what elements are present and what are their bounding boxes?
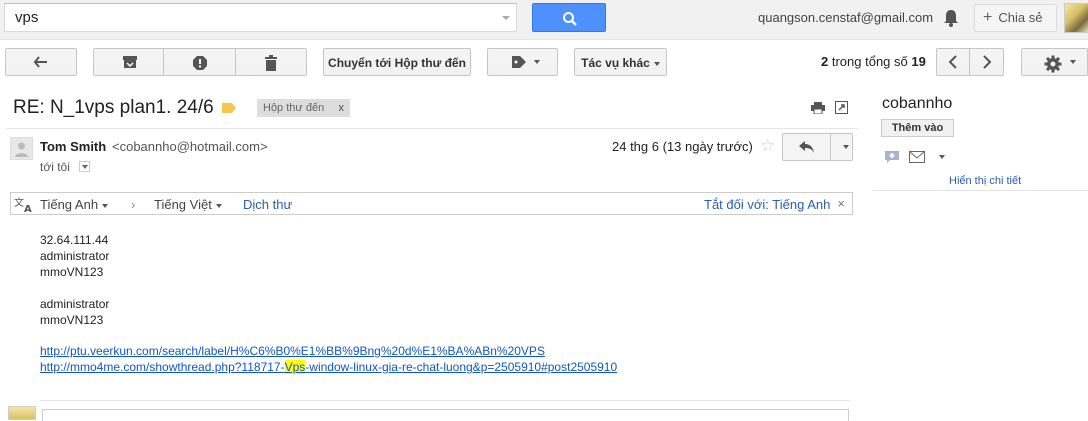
add-to-circles-button[interactable]: Thêm vào [881,119,954,137]
inbox-label-text: Hộp thư đến [263,102,325,114]
person-icon [15,142,28,157]
translate-icon: 文 A [14,196,32,213]
body-line: 32.64.111.44 [40,233,109,247]
search-input[interactable]: vps [4,3,517,32]
more-actions-label: Tác vụ khác [581,56,650,70]
settings-button[interactable] [1021,48,1088,76]
source-language-label: Tiếng Anh [40,197,99,212]
divider [873,190,1088,191]
star-icon[interactable]: ☆ [760,136,775,156]
translate-message-link[interactable]: Dịch thư [243,197,292,212]
labels-button[interactable] [487,48,558,76]
search-query: vps [15,9,39,26]
divider [40,400,850,401]
gear-icon [1044,55,1062,73]
older-button[interactable] [969,48,1004,76]
email-icon[interactable] [909,151,925,163]
contact-name: cobannho [882,95,953,112]
divider [6,128,858,129]
spam-icon [193,56,207,70]
message-date: 24 thg 6 (13 ngày trước) [612,139,753,154]
reply-box[interactable] [42,409,849,421]
notifications-bell-icon[interactable] [942,8,960,28]
delete-button[interactable] [235,48,307,76]
report-spam-button[interactable] [163,48,236,76]
body-line: mmoVN123 [40,265,104,279]
target-language-label: Tiếng Việt [154,197,212,212]
top-bar: vps quangson.censtaf@gmail.com + Chia sẻ [0,0,1088,40]
search-button[interactable] [532,3,606,32]
recipient-summary: tới tôi [40,160,70,174]
newer-button[interactable] [936,48,970,76]
message-subject: RE: N_1vps plan1. 24/6 [13,97,214,118]
account-avatar[interactable] [1064,3,1088,33]
sender-avatar[interactable] [10,137,33,160]
pager-counter: 2 trong tổng số 19 [821,54,926,69]
chevron-down-icon [102,203,109,208]
print-icon[interactable] [811,102,825,114]
chevron-down-icon[interactable] [939,155,945,159]
inbox-label-chip[interactable]: Hộp thư đến x [257,99,350,117]
svg-text:文: 文 [14,196,24,209]
pager-text: trong tổng số [831,54,908,69]
move-to-inbox-label: Chuyển tới Hộp thư đến [328,56,466,70]
archive-icon [123,56,137,68]
chevron-right-icon [983,55,992,69]
reply-icon [799,141,814,153]
chevron-down-icon [1070,60,1076,64]
search-options-caret-icon[interactable] [502,16,510,20]
back-button[interactable] [5,48,77,76]
show-details-chevron-icon[interactable] [79,161,90,172]
turn-off-translation-link[interactable]: Tắt đối với: Tiếng Anh [704,197,830,212]
account-email[interactable]: quangson.censtaf@gmail.com [758,10,933,25]
svg-text:A: A [24,204,32,213]
more-reply-options-chevron-icon[interactable] [843,145,849,149]
body-link[interactable]: http://mmo4me.com/showthread.php?118717-… [40,359,617,375]
sender-email: <cobannho@hotmail.com> [112,139,268,154]
reply-button[interactable] [782,133,853,161]
target-language-select[interactable]: Tiếng Việt [154,197,222,212]
chat-icon[interactable] [884,150,900,164]
sender-name[interactable]: Tom Smith [40,139,106,154]
source-language-select[interactable]: Tiếng Anh [40,197,109,212]
translation-bar: 文 A Tiếng Anh › Tiếng Việt Dịch thư Tắt … [10,192,853,215]
label-icon [512,56,526,68]
share-label: Chia sẻ [998,10,1043,25]
important-marker-icon[interactable] [222,103,236,113]
back-arrow-icon [33,56,47,68]
body-link[interactable]: http://ptu.veerkun.com/search/label/H%C6… [40,343,545,359]
new-window-icon[interactable] [835,101,848,114]
chevron-down-icon [215,203,222,208]
search-icon [563,12,577,26]
remove-label-button[interactable]: x [339,99,345,117]
body-line: administrator [40,297,110,311]
chevron-right-icon: › [131,197,136,212]
chevron-down-icon [534,60,540,64]
more-actions-button[interactable]: Tác vụ khác [574,48,667,76]
chevron-left-icon [948,55,957,69]
show-details-link[interactable]: Hiển thị chi tiết [949,175,1021,187]
plus-icon: + [983,9,993,26]
pager-total: 19 [911,54,926,69]
share-button[interactable]: + Chia sẻ [974,4,1057,32]
move-to-inbox-button[interactable]: Chuyển tới Hộp thư đến [323,48,471,76]
close-translation-button[interactable]: × [837,196,845,211]
body-line: administrator [40,249,110,263]
pager-current: 2 [821,54,829,69]
body-line: mmoVN123 [40,313,104,327]
trash-icon [265,55,277,71]
chevron-down-icon [653,61,660,66]
archive-button[interactable] [93,48,164,76]
search-highlight: Vps [284,360,306,374]
message-body: 32.64.111.44 administrator mmoVN123 admi… [40,232,109,328]
